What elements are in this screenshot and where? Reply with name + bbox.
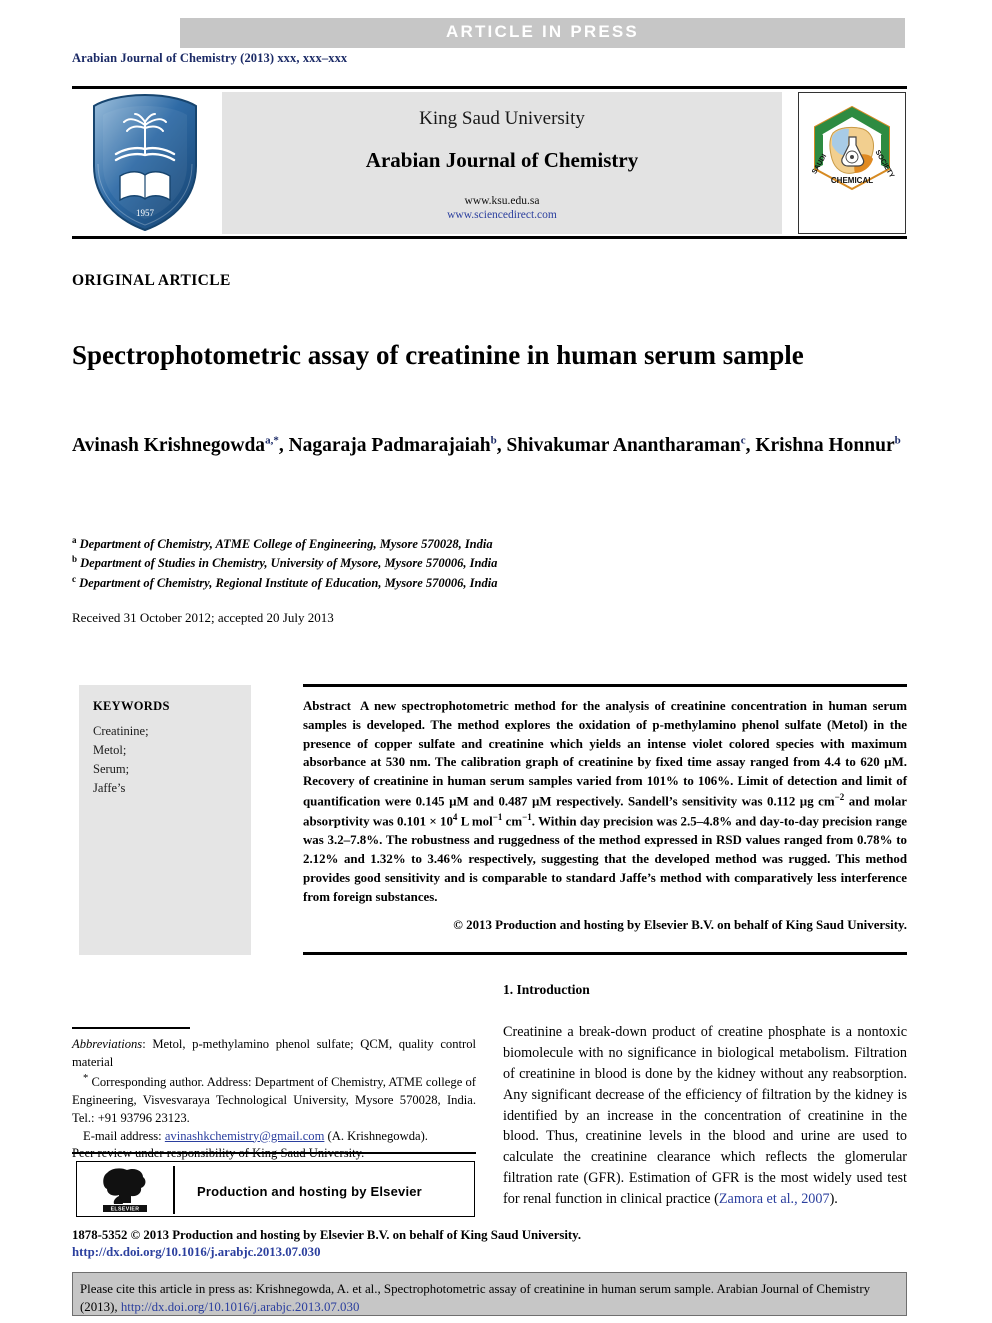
corresponding-author-text: Corresponding author. Address: Departmen… xyxy=(72,1074,476,1125)
affiliation-c-text: Department of Chemistry, Regional Instit… xyxy=(79,575,498,590)
affiliation-list: a Department of Chemistry, ATME College … xyxy=(72,534,922,592)
affiliation-b-mark: b xyxy=(72,554,78,565)
affiliation-a: a Department of Chemistry, ATME College … xyxy=(72,534,922,553)
masthead-ksu-url[interactable]: www.ksu.edu.sa xyxy=(222,195,782,207)
abstract-sup-3: −1 xyxy=(492,812,503,823)
affiliation-a-text: Department of Chemistry, ATME College of… xyxy=(79,537,493,552)
abstract-sup-1: −2 xyxy=(834,792,845,803)
reference-citation-link[interactable]: Zamora et al., 2007 xyxy=(719,1191,830,1207)
abbreviations-footnote: Abbreviations: Metol, p-methylamino phen… xyxy=(72,1036,476,1072)
abstract-copyright: © 2013 Production and hosting by Elsevie… xyxy=(453,918,907,932)
svg-text:ELSEVIER: ELSEVIER xyxy=(111,1207,140,1213)
introduction-paragraph: Creatinine a break-down product of creat… xyxy=(503,1022,907,1210)
keywords-heading: KEYWORDS xyxy=(93,699,170,713)
keyword-item: Serum; xyxy=(93,762,130,776)
author-4-name: Krishna Honnur xyxy=(755,435,895,456)
affiliation-a-mark: a xyxy=(72,535,77,545)
abstract-body: Abstract A new spectrophotometric method … xyxy=(303,697,907,907)
keyword-item: Jaffe’s xyxy=(93,781,126,795)
section-heading-introduction: 1. Introduction xyxy=(503,982,590,997)
page-title: Spectrophotometric assay of creatinine i… xyxy=(72,340,804,371)
abstract-label: Abstract xyxy=(303,699,351,713)
keyword-item: Metol; xyxy=(93,743,127,757)
peer-review-divider-rule xyxy=(72,1152,476,1154)
elsevier-box-divider xyxy=(173,1166,175,1214)
affiliation-b: b Department of Studies in Chemistry, Un… xyxy=(72,553,922,572)
abbreviations-label: Abbreviations xyxy=(72,1037,143,1051)
article-in-press-label: ARTICLE IN PRESS xyxy=(446,22,639,41)
elsevier-production-label: Production and hosting by Elsevier xyxy=(197,1184,422,1199)
author-2-name: Nagaraja Padmarajaiah xyxy=(288,435,491,456)
journal-running-head: Arabian Journal of Chemistry (2013) xxx,… xyxy=(72,51,348,65)
author-3-name: Shivakumar Anantharaman xyxy=(506,435,741,456)
abstract-text-4: cm xyxy=(502,814,523,829)
masthead-panel: King Saud University Arabian Journal of … xyxy=(222,92,782,234)
elsevier-tree-logo: ELSEVIER xyxy=(93,1167,157,1213)
svg-text:1957: 1957 xyxy=(136,208,155,218)
king-saud-university-shield-logo: 1957 xyxy=(78,92,212,234)
author-2-marks: b xyxy=(490,434,497,447)
masthead-rule-bottom xyxy=(72,236,907,239)
email-label: E-mail address: xyxy=(83,1128,162,1143)
abstract-rule-bottom xyxy=(303,952,907,955)
masthead-sciencedirect-url[interactable]: www.sciencedirect.com xyxy=(222,209,782,221)
email-link[interactable]: avinashkchemistry@gmail.com xyxy=(165,1129,325,1143)
author-1-marks: a,* xyxy=(265,434,279,447)
elsevier-production-box: ELSEVIER Production and hosting by Elsev… xyxy=(76,1161,475,1217)
issn-copyright-line: 1878-5352 © 2013 Production and hosting … xyxy=(72,1228,582,1242)
keywords-list: Creatinine; Metol; Serum; Jaffe’s xyxy=(93,722,149,798)
footnote-divider-rule xyxy=(72,1027,190,1029)
affiliation-c: c Department of Chemistry, Regional Inst… xyxy=(72,573,922,592)
article-type-label: ORIGINAL ARTICLE xyxy=(72,272,231,289)
author-3-marks: c xyxy=(740,434,746,447)
introduction-text-post: ). xyxy=(829,1191,838,1207)
corresponding-author-mark: * xyxy=(83,1072,89,1084)
affiliation-c-mark: c xyxy=(72,573,76,584)
doi-link[interactable]: http://dx.doi.org/10.1016/j.arabjc.2013.… xyxy=(72,1245,320,1260)
saudi-chemical-society-hexagon-logo: CHEMICAL SAUDI SOCIETY xyxy=(798,92,906,234)
masthead-university: King Saud University xyxy=(419,108,585,129)
abstract-text-3: L mol xyxy=(457,814,493,829)
citation-footer-doi-link[interactable]: http://dx.doi.org/10.1016/j.arabjc.2013.… xyxy=(121,1300,360,1314)
keyword-item: Creatinine; xyxy=(93,724,149,738)
introduction-text-pre: Creatinine a break-down product of creat… xyxy=(503,1024,907,1207)
abstract-sup-4: −1 xyxy=(522,812,532,823)
masthead-rule-top xyxy=(72,86,907,89)
abstract-text-1: A new spectrophotometric method for the … xyxy=(303,699,907,809)
affiliation-b-text: Department of Studies in Chemistry, Univ… xyxy=(80,556,498,571)
abstract-rule-top xyxy=(303,684,907,687)
citation-footer-text: Please cite this article in press as: Kr… xyxy=(80,1280,900,1317)
received-accepted-dates: Received 31 October 2012; accepted 20 Ju… xyxy=(72,610,334,625)
svg-text:CHEMICAL: CHEMICAL xyxy=(831,176,873,185)
email-author: (A. Krishnegowda). xyxy=(327,1128,428,1143)
corresponding-author-footnote: * Corresponding author. Address: Departm… xyxy=(72,1072,476,1128)
author-list: Avinash Krishnegowdaa,*, Nagaraja Padmar… xyxy=(72,434,901,457)
author-4-marks: b xyxy=(894,434,901,447)
author-1-name: Avinash Krishnegowda xyxy=(72,435,266,456)
masthead-journal-title: Arabian Journal of Chemistry xyxy=(365,148,639,172)
article-page: ARTICLE IN PRESS Arabian Journal of Chem… xyxy=(0,0,992,1323)
email-footnote: E-mail address: avinashkchemistry@gmail.… xyxy=(72,1128,476,1146)
footnote-block: Abbreviations: Metol, p-methylamino phen… xyxy=(72,1036,476,1163)
